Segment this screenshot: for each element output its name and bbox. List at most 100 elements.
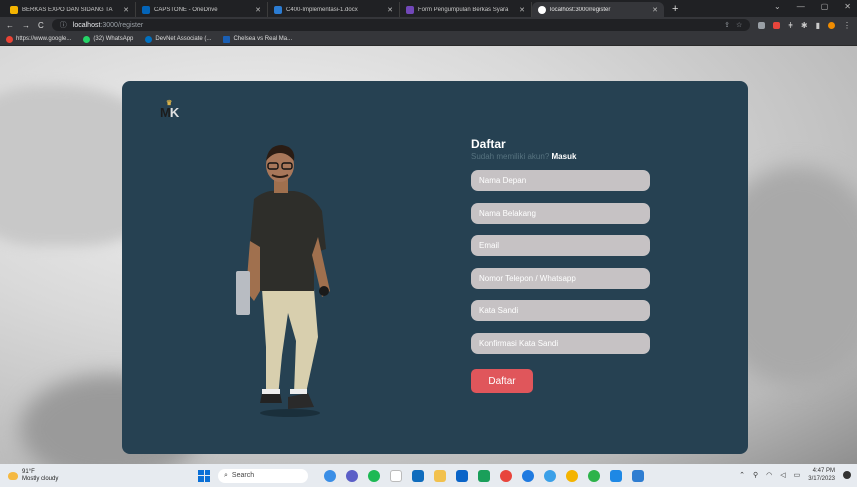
password-confirm-input[interactable] — [471, 332, 650, 354]
sidepanel-icon[interactable]: ▮ — [816, 21, 820, 30]
first-name-input[interactable] — [471, 170, 650, 191]
app-icon[interactable] — [544, 469, 556, 482]
whatsapp-icon — [83, 35, 91, 43]
login-link[interactable]: Masuk — [552, 152, 577, 161]
browser-tab-bar: BERKAS EXPO DAN SIDANG TA ✕ CAPSTONE - O… — [0, 0, 857, 17]
phone-input[interactable] — [471, 267, 650, 289]
menu-icon[interactable]: ⋮ — [843, 21, 851, 30]
battery-icon[interactable]: ▭ — [794, 471, 801, 479]
close-icon[interactable]: ✕ — [387, 6, 393, 14]
close-icon[interactable]: ✕ — [519, 6, 525, 14]
password-input[interactable] — [471, 300, 650, 321]
weather-temp: 91°F — [22, 468, 35, 475]
clock-time: 4:47 PM — [812, 468, 835, 474]
app-icon[interactable] — [588, 469, 600, 482]
tab-berkas-expo[interactable]: BERKAS EXPO DAN SIDANG TA ✕ — [4, 2, 136, 17]
register-button[interactable]: Daftar — [471, 369, 533, 393]
crown-icon: ♛ — [166, 100, 172, 107]
widget-icon[interactable] — [324, 469, 336, 482]
tab-label: BERKAS EXPO DAN SIDANG TA — [22, 6, 113, 13]
logo-letter-m: M — [160, 105, 171, 120]
extensions: ǂ ✱ ▮ ⋮ — [758, 21, 851, 30]
close-icon[interactable]: ✕ — [652, 6, 658, 14]
chat-icon[interactable] — [346, 469, 358, 482]
star-icon[interactable]: ☆ — [736, 21, 742, 29]
chevron-up-icon[interactable]: ⌃ — [739, 471, 745, 479]
url-host: localhost — [72, 21, 101, 29]
logo-letter-k: K — [169, 105, 179, 120]
word-icon — [274, 5, 282, 14]
clock[interactable]: 4:47 PM 3/17/2023 — [808, 467, 835, 483]
search-icon: ⌕ — [224, 471, 228, 479]
folder-icon[interactable] — [434, 469, 446, 482]
reload-icon[interactable]: C — [38, 21, 44, 30]
forms-icon — [406, 5, 414, 14]
taskbar-apps — [324, 469, 644, 482]
character-illustration — [236, 145, 330, 417]
clock-date: 3/17/2023 — [808, 476, 835, 482]
profile-avatar[interactable] — [828, 21, 835, 29]
google-icon — [6, 35, 13, 43]
app-icon[interactable] — [368, 469, 380, 482]
window-controls: ⌄ — ▢ ✕ — [774, 2, 851, 11]
puzzle-icon[interactable]: ✱ — [801, 21, 808, 30]
form-title: Daftar — [471, 137, 506, 151]
url-field[interactable]: ⓘ localhost:3000/register ⇪ ☆ — [51, 19, 751, 31]
bookmark-whatsapp[interactable]: (32) WhatsApp — [83, 35, 134, 43]
new-tab-button[interactable]: + — [664, 2, 686, 17]
close-icon[interactable]: ✕ — [123, 6, 129, 14]
bookmark-label: https://www.google... — [16, 36, 72, 42]
usb-icon[interactable]: ⚲ — [753, 471, 758, 479]
bookmark-chelsea[interactable]: Chelsea vs Real Ma... — [223, 35, 293, 43]
tab-c400-docx[interactable]: C400-Implementasi-1.docx ✕ — [268, 2, 400, 17]
drive-icon — [10, 5, 18, 14]
minimize-icon[interactable]: — — [797, 2, 805, 11]
task-view-icon[interactable] — [412, 469, 424, 482]
bookmark-google[interactable]: https://www.google... — [6, 35, 72, 43]
notification-icon[interactable] — [843, 471, 851, 479]
extension-icon[interactable] — [758, 21, 766, 29]
chevron-down-icon[interactable]: ⌄ — [774, 2, 781, 11]
login-prompt-text: Sudah memiliki akun? — [471, 152, 550, 161]
bookmark-label: DevNet Associate (... — [155, 36, 212, 42]
outlook-icon[interactable] — [478, 469, 490, 482]
brand-logo[interactable]: ♛ MK — [160, 100, 179, 120]
wifi-icon[interactable]: ◠ — [766, 471, 772, 479]
extension-icon[interactable] — [773, 21, 781, 29]
tab-capstone-onedrive[interactable]: CAPSTONE - OneDrive ✕ — [136, 2, 268, 17]
tab-label: localhost:3000/register — [550, 6, 611, 13]
chrome-icon[interactable] — [500, 469, 512, 482]
windows-start-icon[interactable] — [198, 469, 210, 482]
file-icon[interactable] — [390, 469, 402, 482]
extension-icon[interactable]: ǂ — [788, 21, 793, 30]
forward-icon[interactable]: → — [22, 21, 30, 30]
app-icon[interactable] — [632, 469, 644, 482]
chrome-icon[interactable] — [566, 469, 578, 482]
login-prompt: Sudah memiliki akun? Masuk — [471, 152, 651, 161]
vscode-icon[interactable] — [610, 469, 622, 482]
volume-icon[interactable]: ◁ — [780, 471, 785, 479]
info-icon[interactable]: ⓘ — [60, 20, 67, 30]
page-background: ♛ MK Daftar Sudah memiliki akun? Masuk N… — [0, 46, 857, 464]
bookmark-devnet[interactable]: DevNet Associate (... — [145, 35, 212, 43]
tab-localhost-register[interactable]: localhost:3000/register ✕ — [532, 2, 664, 17]
bookmark-label: (32) WhatsApp — [93, 36, 134, 42]
tab-label: CAPSTONE - OneDrive — [154, 6, 218, 13]
close-window-icon[interactable]: ✕ — [844, 2, 851, 11]
maximize-icon[interactable]: ▢ — [821, 2, 829, 11]
close-icon[interactable]: ✕ — [255, 6, 261, 14]
bookmark-label: Chelsea vs Real Ma... — [233, 36, 293, 42]
site-icon — [538, 5, 546, 14]
taskbar-search[interactable]: ⌕ Search — [218, 468, 308, 483]
address-bar-row: ← → C ⓘ localhost:3000/register ⇪ ☆ ǂ ✱ … — [0, 17, 857, 33]
share-icon[interactable]: ⇪ — [724, 21, 730, 29]
mail-icon[interactable] — [456, 469, 468, 482]
edge-icon[interactable] — [522, 469, 534, 482]
devnet-icon — [145, 35, 153, 43]
last-name-input[interactable] — [471, 202, 650, 224]
tab-form-pengumpulan[interactable]: Form Pengumpulan Berkas Syara ✕ — [400, 2, 532, 17]
weather-widget[interactable]: 91°F Mostly cloudy — [8, 469, 198, 483]
tab-label: C400-Implementasi-1.docx — [286, 6, 358, 13]
back-icon[interactable]: ← — [6, 21, 14, 30]
email-input[interactable] — [471, 235, 650, 256]
